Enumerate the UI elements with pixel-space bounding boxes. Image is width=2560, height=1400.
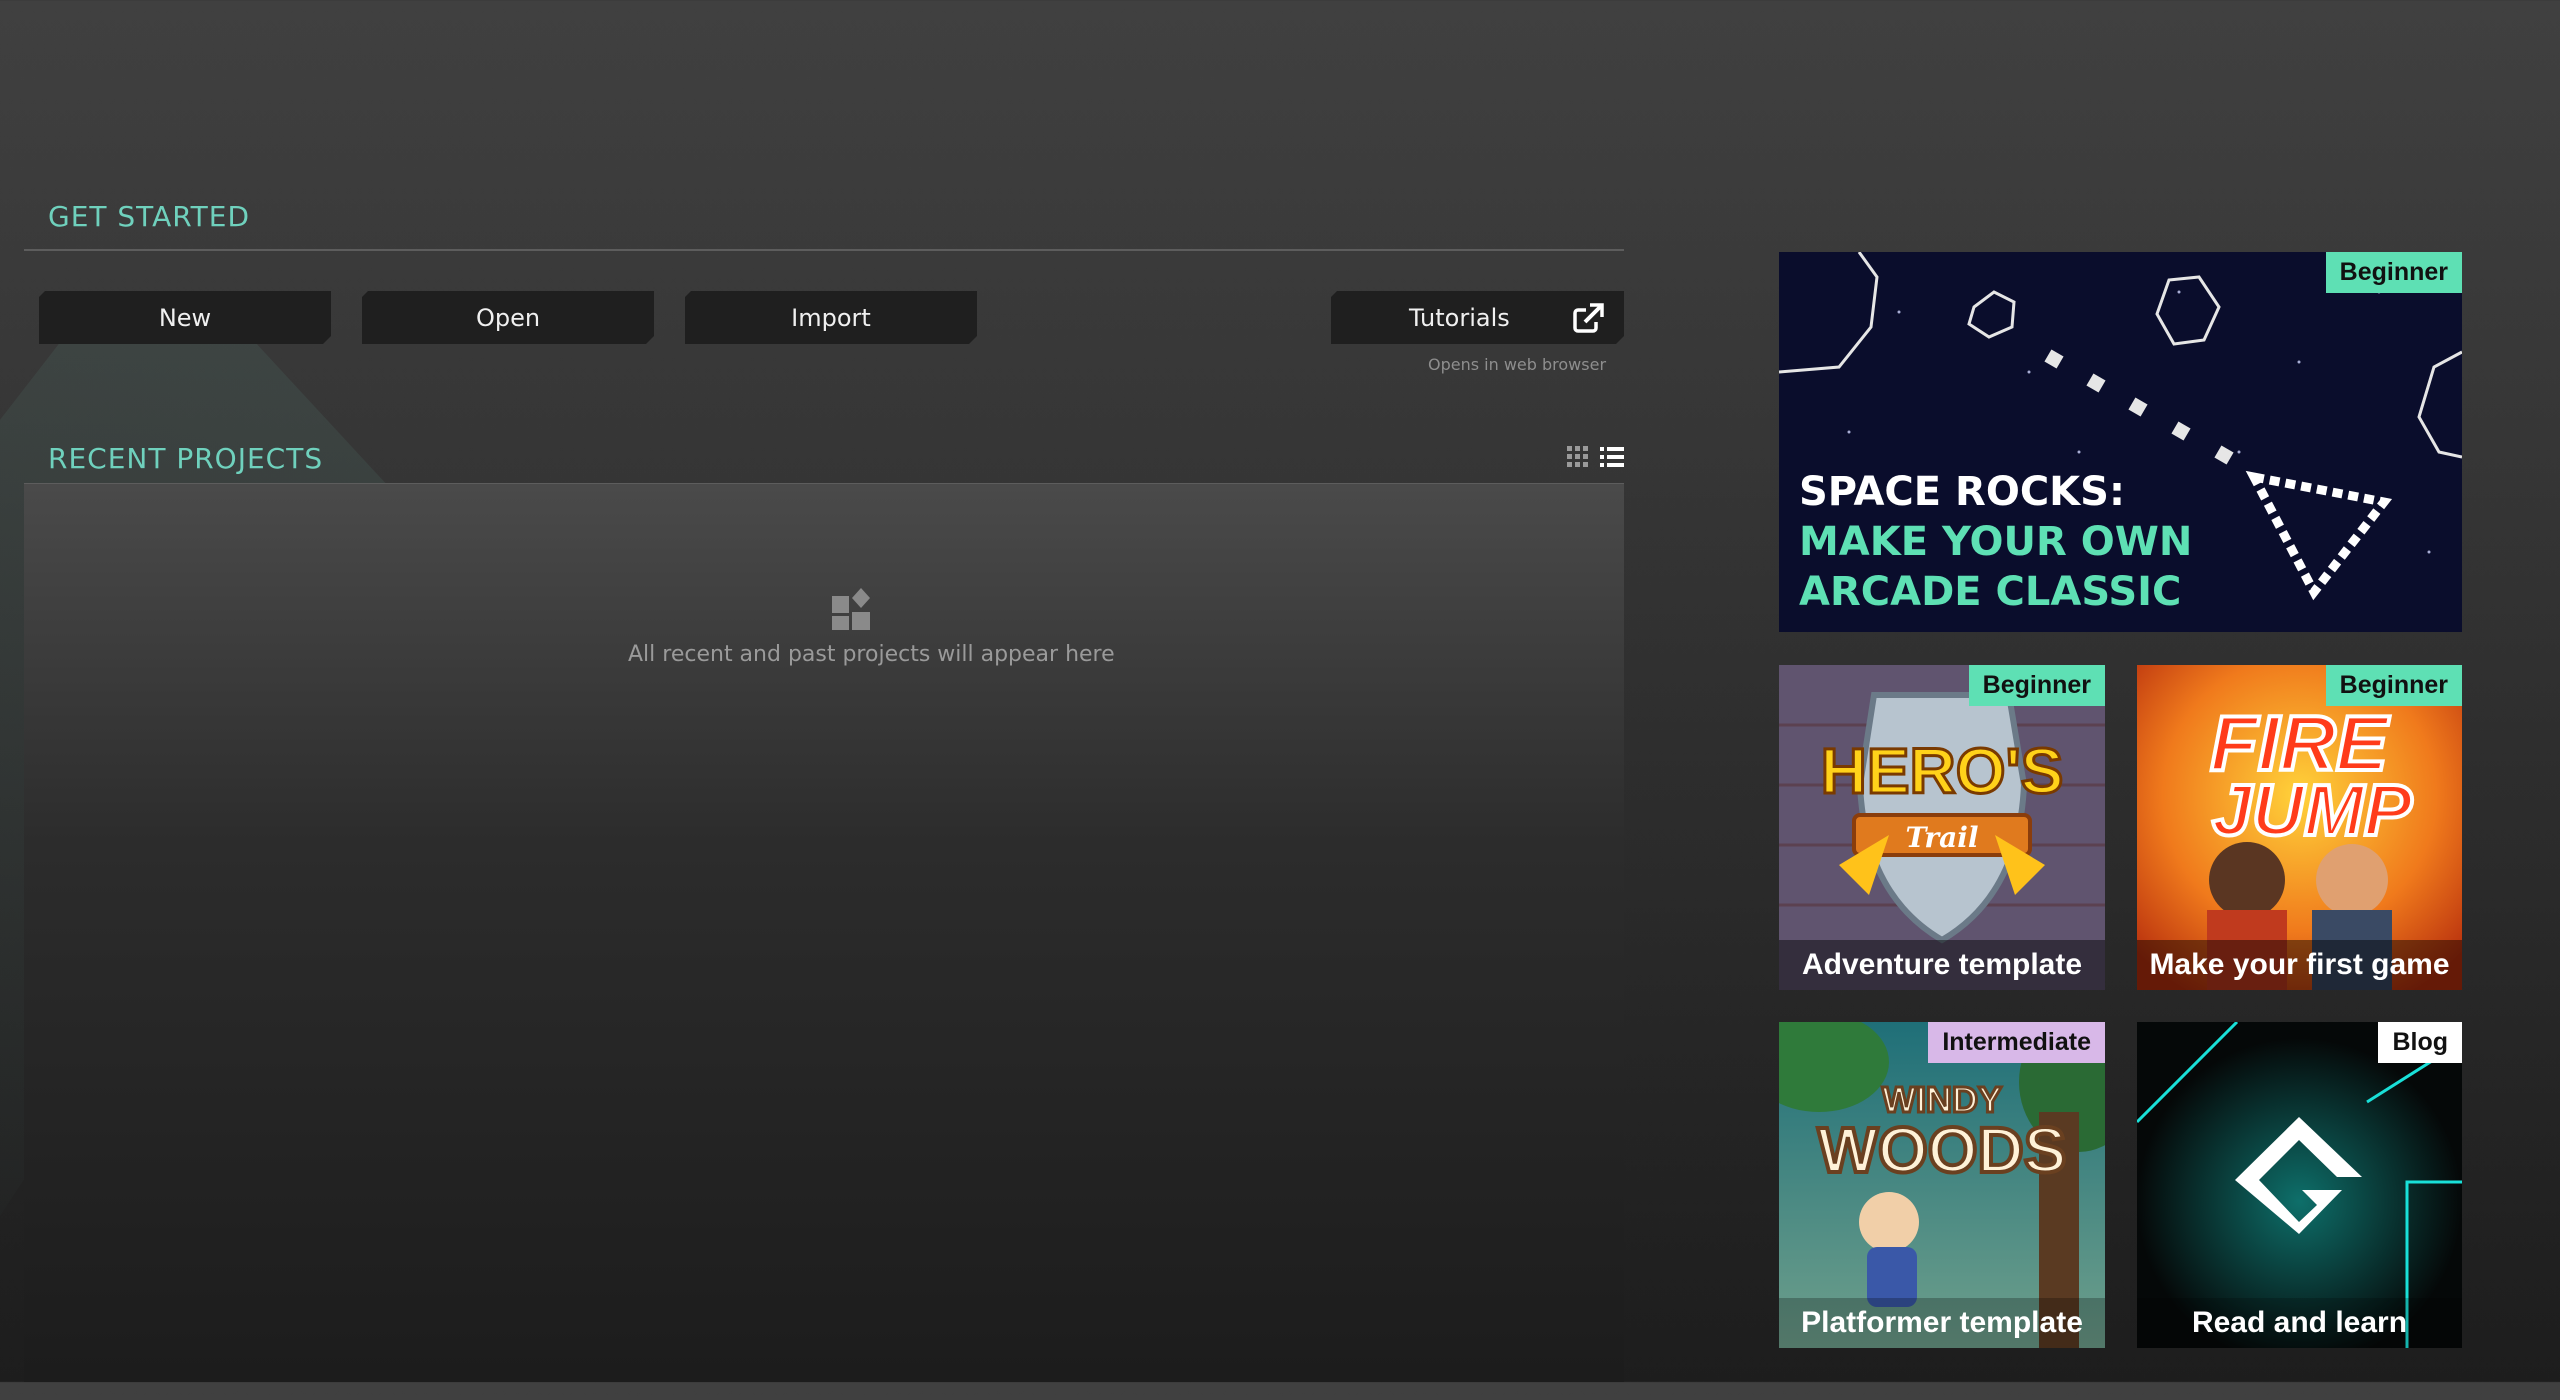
recent-projects-title: RECENT PROJECTS — [48, 442, 324, 475]
tile-blog[interactable]: Blog Read and learn — [2137, 1022, 2462, 1348]
get-started-divider — [24, 249, 1624, 251]
external-link-icon — [1572, 302, 1604, 334]
heros-trail-caption: Adventure template — [1779, 940, 2105, 990]
space-rocks-line1: SPACE ROCKS: — [1799, 469, 2125, 515]
tile-space-rocks[interactable]: SPACE ROCKS: MAKE YOUR OWN ARCADE CLASSI… — [1779, 252, 2462, 632]
tile-fire-jump[interactable]: FIRE JUMP Beginner Make your first game — [2137, 665, 2462, 990]
new-button[interactable]: New — [39, 291, 331, 344]
space-rocks-line3: ARCADE CLASSIC — [1799, 569, 2182, 615]
beginner-badge: Beginner — [2325, 252, 2462, 293]
tile-windy-woods[interactable]: WINDY WOODS Intermediate Platformer temp… — [1779, 1022, 2105, 1348]
windy-woods-caption: Platformer template — [1779, 1298, 2105, 1348]
recent-projects-panel — [24, 484, 1624, 1382]
tile-heros-trail[interactable]: HERO'S Trail Beginner Adventure template — [1779, 665, 2105, 990]
get-started-title: GET STARTED — [48, 200, 251, 233]
projects-icon — [832, 588, 870, 630]
fire-jump-caption: Make your first game — [2137, 940, 2462, 990]
beginner-badge: Beginner — [1968, 665, 2105, 706]
blog-caption: Read and learn — [2137, 1298, 2462, 1348]
space-rocks-line2: MAKE YOUR OWN — [1799, 519, 2193, 565]
import-button-label: Import — [791, 303, 871, 332]
heros-trail-logo-title: HERO'S — [1821, 735, 2064, 807]
beginner-badge: Beginner — [2325, 665, 2462, 706]
space-rocks-headline: SPACE ROCKS: MAKE YOUR OWN ARCADE CLASSI… — [1799, 467, 2192, 617]
import-button[interactable]: Import — [685, 291, 977, 344]
tutorials-hint: Opens in web browser — [1428, 355, 1607, 374]
new-button-label: New — [158, 303, 212, 332]
intermediate-badge: Intermediate — [1928, 1022, 2105, 1063]
empty-projects-message: All recent and past projects will appear… — [628, 642, 1115, 667]
grid-view-icon[interactable] — [1567, 446, 1589, 468]
heros-trail-logo-subtitle: Trail — [1906, 821, 1979, 854]
tutorials-button[interactable]: Tutorials — [1331, 291, 1624, 344]
windy-woods-logo-line2: WOODS — [1818, 1114, 2067, 1186]
open-button[interactable]: Open — [362, 291, 654, 344]
open-button-label: Open — [475, 303, 541, 332]
fire-jump-logo-line2: JUMP — [2212, 771, 2413, 851]
list-view-icon[interactable] — [1600, 446, 1624, 468]
tutorials-button-label: Tutorials — [1409, 303, 1510, 332]
blog-badge: Blog — [2378, 1022, 2462, 1063]
